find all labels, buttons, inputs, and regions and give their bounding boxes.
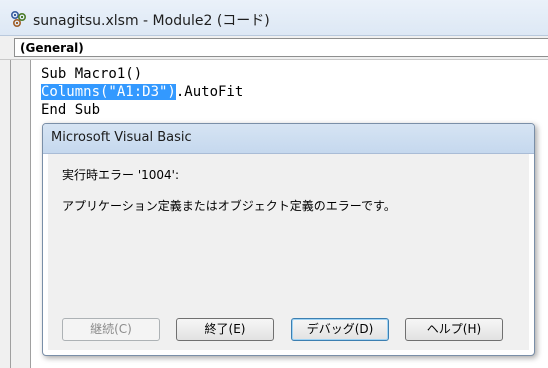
code-selection[interactable]: Columns("A1:D3") [41,84,176,100]
end-button[interactable]: 終了(E) [176,318,274,341]
continue-button[interactable]: 継続(C) [62,318,160,341]
procedure-bar: (General) [0,36,548,60]
vba-module-icon [10,10,27,28]
code-line-3[interactable]: End Sub [41,101,100,119]
dialog-title: Microsoft Visual Basic [51,130,192,145]
error-number-text: 実行時エラー '1004': [62,168,179,182]
debug-button[interactable]: デバッグ(D) [291,318,389,341]
help-button[interactable]: ヘルプ(H) [405,318,503,341]
window-title: sunagitsu.xlsm - Module2 (コード) [33,13,270,29]
window-titlebar[interactable]: sunagitsu.xlsm - Module2 (コード) [0,0,548,36]
code-line-1[interactable]: Sub Macro1() [41,65,142,83]
code-line-2[interactable]: Columns("A1:D3").AutoFit [41,83,243,101]
code-line-2-rest[interactable]: .AutoFit [176,84,243,100]
margin-indicator-bar[interactable] [10,60,31,368]
error-dialog: Microsoft Visual Basic 実行時エラー '1004': アプ… [42,123,535,356]
error-message-text: アプリケーション定義またはオブジェクト定義のエラーです。 [62,199,396,213]
dialog-titlebar[interactable]: Microsoft Visual Basic [43,124,534,154]
dialog-body: 実行時エラー '1004': アプリケーション定義またはオブジェクト定義のエラー… [48,154,529,350]
object-dropdown[interactable]: (General) [14,38,548,57]
